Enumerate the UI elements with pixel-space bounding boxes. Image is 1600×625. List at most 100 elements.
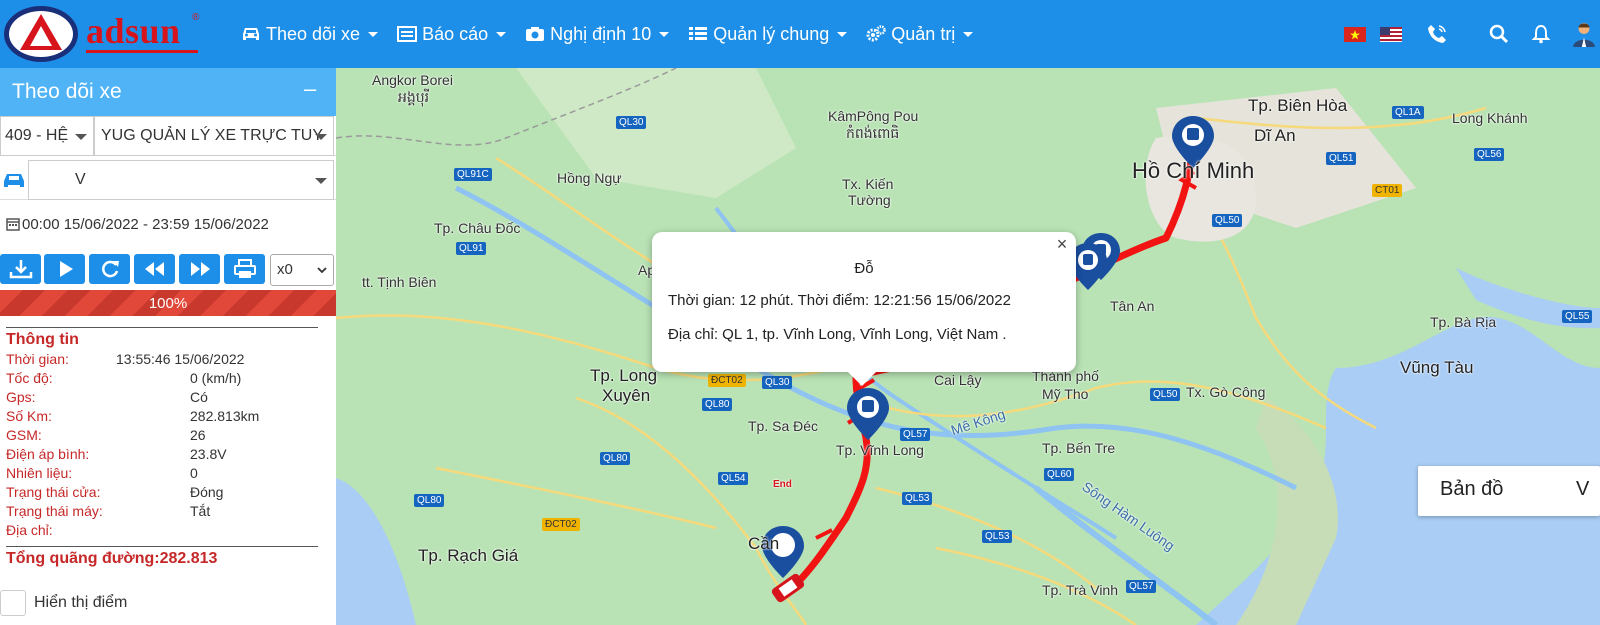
vehicle-select-row: V	[0, 160, 336, 200]
close-icon[interactable]: ×	[1054, 234, 1070, 254]
refresh-button[interactable]	[89, 254, 130, 284]
speed-select[interactable]: x0	[270, 254, 334, 286]
info-value: 13:55:46 15/06/2022	[116, 351, 245, 367]
chevron-down-icon	[75, 134, 87, 140]
road-label: CT01	[1372, 184, 1403, 197]
road-label: QL30	[762, 376, 793, 389]
road-label: QL1A	[1392, 106, 1424, 119]
chevron-down-icon	[963, 31, 974, 37]
us-flag-icon[interactable]	[1380, 26, 1402, 42]
download-button[interactable]	[0, 254, 41, 284]
road-label: ĐCT02	[542, 518, 580, 531]
nav-label: Báo cáo	[422, 23, 489, 44]
panel-header: Theo dõi xe –	[0, 68, 336, 116]
camera-icon	[526, 27, 545, 41]
speed-value: x0	[277, 261, 293, 278]
map-type-map-button[interactable]: Bản đồ	[1440, 478, 1503, 501]
place-label: Hồng Ngự	[557, 170, 622, 186]
date-range-input[interactable]: 00:00 15/06/2022 - 23:59 15/06/2022	[0, 206, 336, 246]
nav-label: Quản trị	[891, 23, 956, 44]
vietnam-flag-icon[interactable]	[1344, 26, 1366, 42]
rewind-button[interactable]	[134, 254, 175, 284]
place-label: Long Khánh	[1452, 110, 1528, 126]
road-label: QL50	[1150, 388, 1181, 401]
minimize-icon[interactable]: –	[304, 78, 320, 100]
show-points-checkbox[interactable]	[0, 590, 26, 616]
map-type-satellite-button[interactable]: V	[1576, 478, 1589, 501]
info-label: Tốc độ:	[6, 370, 53, 386]
car-icon	[4, 174, 24, 187]
info-label: Thời gian:	[6, 351, 69, 367]
road-label: QL53	[902, 492, 933, 505]
divider	[6, 546, 318, 547]
road-label: QL56	[1474, 148, 1505, 161]
company-id-select[interactable]: 409 - HỆ	[0, 116, 94, 156]
popup-time: Thời gian: 12 phút. Thời điểm: 12:21:56 …	[668, 292, 1011, 309]
vehicle-value: V	[75, 171, 86, 188]
vehicle-select[interactable]: V	[28, 160, 334, 200]
refresh-icon	[102, 260, 119, 278]
place-label: Vũng Tàu	[1400, 358, 1474, 377]
place-label: Tp. Bến Tre	[1042, 440, 1116, 456]
download-icon	[9, 260, 33, 279]
show-points-toggle[interactable]: Hiển thị điểm	[0, 586, 336, 616]
divider	[6, 327, 318, 328]
chevron-down-icon	[659, 31, 670, 37]
nav-label: Theo dõi xe	[266, 23, 361, 44]
road-label: QL60	[1044, 468, 1075, 481]
report-icon	[397, 26, 418, 42]
info-label: Số Km:	[6, 408, 52, 424]
info-label: Trạng thái máy:	[6, 503, 103, 519]
print-button[interactable]	[224, 254, 265, 284]
search-icon[interactable]	[1488, 23, 1510, 45]
road-label: QL51	[1326, 152, 1357, 165]
road-label: QL80	[600, 452, 631, 465]
adsun-logo-mark-icon	[4, 6, 78, 62]
user-avatar-icon[interactable]	[1572, 21, 1596, 47]
road-label: ĐCT02	[708, 374, 746, 387]
nav-quan-ly-chung[interactable]: Quản lý chung	[687, 24, 848, 45]
play-icon	[60, 261, 73, 277]
logo-underline	[86, 50, 198, 53]
nav-nghi-dinh-10[interactable]: Nghị định 10	[524, 24, 670, 45]
place-label: Dĩ An	[1254, 126, 1296, 145]
road-label: QL80	[414, 494, 445, 507]
chevron-down-icon	[315, 134, 327, 140]
forward-button[interactable]	[179, 254, 220, 284]
play-button[interactable]	[44, 254, 85, 284]
place-label: Tp. Bà Rịa	[1430, 314, 1497, 330]
info-value: 0 (km/h)	[190, 370, 242, 386]
total-distance: Tổng quãng đường:282.813	[6, 550, 218, 567]
top-right-tools	[1344, 0, 1600, 68]
company-name-select[interactable]: YUG QUẢN LÝ XE TRỰC TUY	[94, 116, 334, 156]
bell-icon[interactable]	[1530, 23, 1552, 45]
road-label: QL54	[718, 472, 749, 485]
progress-label: 100%	[148, 295, 188, 312]
place-label: Mỹ Tho	[1042, 386, 1089, 402]
phone-icon[interactable]	[1426, 23, 1448, 45]
playback-progress-bar[interactable]: 100%	[0, 290, 336, 316]
map-type-toggle[interactable]: Bản đồ V	[1418, 466, 1600, 516]
panel-title: Theo dõi xe	[12, 80, 122, 103]
road-label: QL50	[1212, 214, 1243, 227]
road-label: QL55	[1562, 310, 1593, 323]
playback-toolbar: x0	[0, 254, 336, 286]
info-value: Có	[190, 389, 208, 405]
nav-quan-tri[interactable]: Quản trị	[865, 23, 974, 45]
chevron-down-icon	[496, 31, 507, 37]
chevron-down-icon	[317, 267, 327, 273]
place-label: Tp. Biên Hòa	[1248, 96, 1348, 115]
nav-theo-doi-xe[interactable]: Theo dõi xe	[240, 23, 379, 45]
info-label: Trạng thái cửa:	[6, 484, 101, 500]
road-label: QL80	[702, 398, 733, 411]
road-label: QL53	[982, 530, 1013, 543]
info-label: Điện áp bình:	[6, 446, 90, 462]
chevron-down-icon	[315, 178, 327, 184]
end-marker-label: End	[773, 479, 792, 490]
top-navbar: adsun ® Theo dõi xe Báo cáo Nghị định 10…	[0, 0, 1600, 68]
adsun-logo[interactable]: adsun ®	[2, 4, 199, 64]
info-title: Thông tin	[6, 331, 79, 348]
place-label: Tx. Gò Công	[1186, 384, 1266, 400]
road-label: QL30	[616, 116, 647, 129]
nav-bao-cao[interactable]: Báo cáo	[396, 23, 507, 45]
